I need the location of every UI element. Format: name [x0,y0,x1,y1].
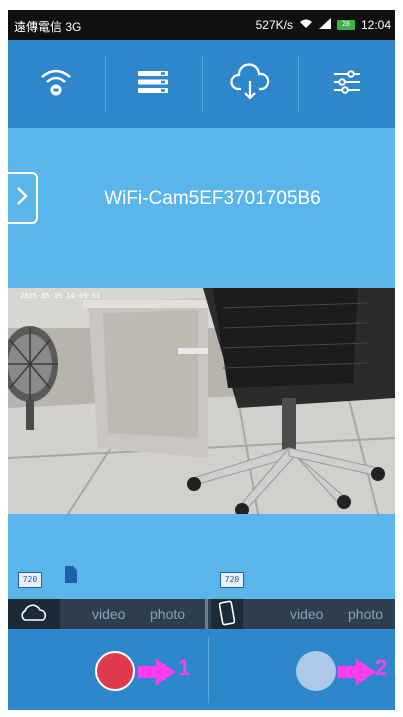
clock: 12:04 [360,18,391,32]
status-right: 527K/s 28 12:04 [256,18,391,32]
capture-controls: 1 2 [8,629,395,710]
phone-icon [218,600,236,629]
status-bar: 遠傳電信 3G 527K/s 28 12:04 [8,10,395,40]
camera-timestamp: 2015-05-19 14:09:01 [20,292,101,300]
settings-sliders-icon [331,66,363,103]
carrier-label: 遠傳電信 3G [14,20,82,34]
storage-cloud-toggle[interactable] [8,599,60,629]
cloud-download-icon [230,62,270,107]
mode-divider [205,599,208,629]
device-banner: WiFi-Cam5EF3701705B6 [8,128,395,288]
cloud-icon [19,603,49,626]
camera-photo-tab[interactable]: photo [150,606,185,622]
cloud-download-button[interactable] [201,40,299,128]
controls-divider [208,637,209,703]
camera-preview[interactable]: 2015-05-19 14:09:01 [8,288,395,514]
camera-record-button[interactable] [95,651,135,691]
cell-signal-icon [318,18,331,32]
mode-bar: video photo video photo [8,599,395,629]
storage-phone-toggle[interactable] [211,599,243,629]
resolution-badge-camera: 720 [18,572,42,588]
wifi-button[interactable] [8,40,105,128]
top-toolbar [8,40,395,128]
resolution-badge-phone: 720 [220,572,244,588]
annotation-arrow-icon [138,659,176,690]
annotation-arrow-icon [338,659,376,690]
wifi-icon [38,64,74,105]
annotation-label-2: 2 [375,655,388,680]
document-icon [65,566,77,588]
phone-photo-tab[interactable]: photo [348,606,383,622]
app-screen: 遠傳電信 3G 527K/s 28 12:04 WiFi-Cam5EF37017… [8,10,395,710]
camera-image [8,288,395,514]
phone-video-tab[interactable]: video [290,606,323,622]
list-icon [136,69,170,100]
net-speed: 527K/s [255,18,293,32]
camera-video-tab[interactable]: video [92,606,125,622]
settings-button[interactable] [298,40,395,128]
annotation-label-1: 1 [178,655,191,680]
device-name: WiFi-Cam5EF3701705B6 [104,188,321,209]
battery-icon: 28 [336,20,355,30]
phone-record-button[interactable] [296,651,336,691]
list-button[interactable] [104,40,202,128]
wifi-signal-icon [299,18,313,32]
